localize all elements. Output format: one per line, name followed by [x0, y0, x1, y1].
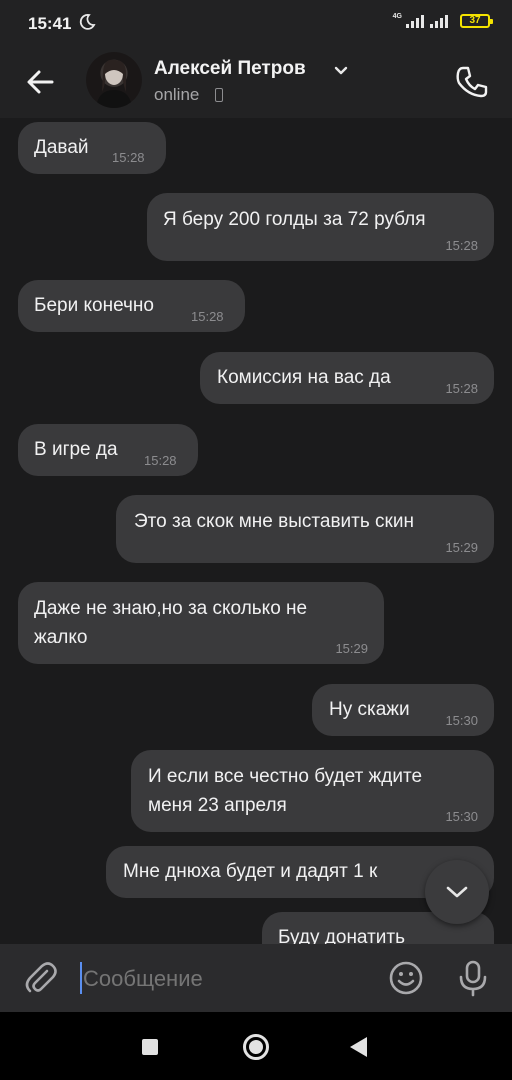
mobile-device-icon	[215, 88, 223, 102]
message-time: 15:28	[445, 381, 478, 396]
message-time: 15:29	[335, 641, 368, 656]
message-outgoing[interactable]: Комиссия на вас да 15:28	[200, 352, 494, 404]
status-bar: 15:41 4G 37	[0, 0, 512, 48]
message-text: Это за скок мне выставить скин	[134, 511, 414, 532]
message-time: 15:28	[445, 238, 478, 253]
message-time: 15:28	[144, 453, 177, 468]
message-incoming[interactable]: В игре да 15:28	[18, 424, 198, 476]
chat-header: Алексей Петров online	[0, 48, 512, 118]
back-triangle-icon[interactable]	[350, 1037, 367, 1057]
message-time: 15:28	[112, 150, 145, 165]
message-incoming[interactable]: Даже не знаю,но за сколько не жалко 15:2…	[18, 582, 384, 664]
message-time: 15:30	[445, 809, 478, 824]
status-time: 15:41	[28, 14, 72, 33]
message-text: жалко	[34, 627, 88, 648]
system-nav-bar	[0, 1012, 512, 1080]
message-outgoing[interactable]: Я беру 200 голды за 72 рубля 15:28	[147, 193, 494, 261]
back-arrow-icon[interactable]	[22, 64, 58, 100]
message-text: Даже не знаю,но за сколько не	[34, 598, 308, 619]
message-list[interactable]: Давай 15:28 Я беру 200 голды за 72 рубля…	[0, 118, 512, 944]
scroll-down-button[interactable]	[425, 860, 489, 924]
message-time: 15:30	[445, 713, 478, 728]
message-incoming[interactable]: Бери конечно 15:28	[18, 280, 245, 332]
microphone-icon[interactable]	[455, 958, 491, 998]
message-text: меня 23 апреля	[148, 795, 287, 816]
message-incoming[interactable]: Давай 15:28	[18, 122, 166, 174]
message-text: И если все честно будет ждите	[148, 766, 423, 787]
moon-icon	[79, 14, 96, 30]
message-text: В игре да	[34, 439, 118, 460]
status-icons: 4G 37	[392, 12, 493, 28]
message-text: Я беру 200 голды за 72 рубля	[163, 209, 426, 230]
phone-call-icon[interactable]	[452, 62, 492, 102]
message-time: 15:28	[191, 309, 224, 324]
battery-level: 37	[469, 15, 481, 26]
signal-icon	[430, 14, 448, 28]
message-outgoing[interactable]: Ну скажи 15:30	[312, 684, 494, 736]
chevron-down-icon	[446, 886, 468, 898]
recents-square-icon[interactable]	[142, 1039, 158, 1055]
avatar-image	[96, 59, 132, 108]
message-outgoing[interactable]: Это за скок мне выставить скин 15:29	[116, 495, 494, 563]
message-text: Буду донатить	[278, 927, 405, 944]
message-text: Мне днюха будет и дадят 1 к	[123, 861, 378, 882]
battery-icon: 37	[460, 14, 493, 28]
home-circle-icon[interactable]	[243, 1034, 269, 1060]
contact-status: online	[154, 85, 200, 104]
signal-icon	[406, 14, 424, 28]
message-time: 15:29	[445, 540, 478, 555]
message-input[interactable]	[83, 964, 373, 994]
message-text: Ну скажи	[329, 699, 410, 720]
emoji-icon[interactable]	[388, 960, 424, 996]
message-composer	[0, 944, 512, 1012]
message-text: Давай	[34, 137, 89, 158]
message-text: Комиссия на вас да	[217, 367, 391, 388]
avatar[interactable]	[86, 52, 142, 108]
network-type: 4G	[392, 12, 402, 20]
text-caret	[80, 962, 82, 994]
attach-icon[interactable]	[20, 958, 60, 998]
chevron-down-icon[interactable]	[334, 66, 348, 76]
contact-name[interactable]: Алексей Петров	[154, 58, 306, 80]
message-text: Бери конечно	[34, 295, 154, 316]
message-outgoing[interactable]: И если все честно будет ждите меня 23 ап…	[131, 750, 494, 832]
